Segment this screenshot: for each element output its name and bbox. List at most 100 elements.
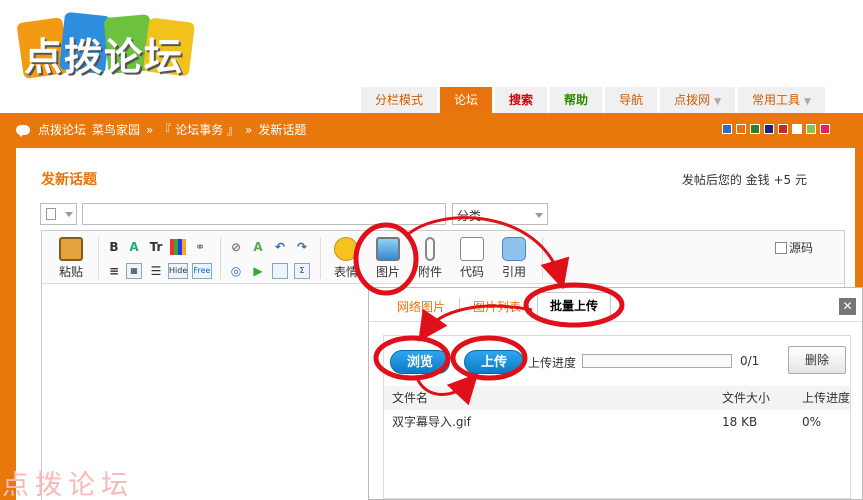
- column-header: 文件大小: [722, 391, 771, 405]
- media-icon[interactable]: ◎: [228, 263, 244, 279]
- picture-icon: [376, 237, 400, 261]
- skin-swatch-4[interactable]: [778, 124, 788, 134]
- chevron-down-icon: ▼: [804, 97, 811, 107]
- nav-guide[interactable]: 导航: [605, 87, 658, 113]
- frame-left: [0, 148, 16, 500]
- clear-format-icon[interactable]: A: [250, 239, 266, 255]
- source-mode-toggle[interactable]: 源码: [775, 239, 813, 256]
- nav-tools[interactable]: 常用工具 ▼: [738, 87, 825, 113]
- toolbar-separator: [542, 237, 543, 279]
- emoticon-label: 表情: [333, 265, 358, 279]
- breadcrumb-board[interactable]: 『 论坛事务 』: [159, 121, 239, 138]
- chevron-down-icon: ▼: [714, 97, 722, 107]
- page-title: 发新话题: [41, 172, 97, 188]
- paste-label: 粘贴: [58, 265, 83, 279]
- unlink-icon[interactable]: ⊘: [228, 239, 244, 255]
- tab-web-image[interactable]: 网络图片: [397, 298, 445, 315]
- font-size-button[interactable]: Tr: [148, 239, 164, 255]
- column-header: 文件名: [392, 391, 429, 405]
- quote-label: 引用: [501, 265, 526, 279]
- top-nav: 分栏模式 论坛 搜索 帮助 导航 点拨网 ▼ 常用工具 ▼: [361, 87, 828, 113]
- nav-label: 帮助: [564, 93, 589, 107]
- quote-button[interactable]: 引用: [494, 237, 534, 280]
- category-value: 分类: [457, 209, 482, 223]
- free-button[interactable]: Free: [192, 263, 212, 279]
- category-select[interactable]: 分类: [452, 203, 548, 225]
- upload-button[interactable]: 上传: [464, 350, 524, 374]
- speech-bubble-icon: [16, 124, 30, 137]
- list-icon[interactable]: ☰: [148, 263, 164, 279]
- breadcrumb-current: 发新话题: [258, 123, 307, 137]
- tab-batch-upload[interactable]: 批量上传: [537, 292, 612, 323]
- undo-icon[interactable]: ↶: [272, 239, 288, 255]
- attachment-button[interactable]: 附件: [410, 237, 450, 280]
- nav-label: 分栏模式: [375, 93, 424, 107]
- nav-forum[interactable]: 论坛: [440, 87, 493, 113]
- clipboard-icon: [59, 237, 83, 261]
- play-icon[interactable]: ▶: [250, 263, 266, 279]
- site-logo[interactable]: 点拨论坛: [14, 6, 204, 88]
- smiley-icon: [334, 237, 358, 261]
- breadcrumb-sep: »: [245, 122, 253, 137]
- skin-swatch-7[interactable]: [820, 124, 830, 134]
- nav-label: 论坛: [454, 93, 479, 107]
- code-icon: [460, 237, 484, 261]
- image-label: 图片: [375, 265, 400, 279]
- hide-button[interactable]: Hide: [168, 263, 188, 279]
- code-label: 代码: [459, 265, 484, 279]
- delete-button[interactable]: 删除: [788, 346, 846, 374]
- file-size: 18 KB: [722, 415, 758, 429]
- file-name: 双字幕导入.gif: [392, 415, 471, 429]
- skin-swatch-3[interactable]: [764, 124, 774, 134]
- nav-label: 搜索: [509, 93, 534, 107]
- table-header: 文件名 文件大小 上传进度: [384, 386, 850, 410]
- browse-button[interactable]: 浏览: [390, 350, 450, 374]
- nav-dianbo-net[interactable]: 点拨网 ▼: [660, 87, 736, 113]
- skin-swatch-0[interactable]: [722, 124, 732, 134]
- breadcrumb-home[interactable]: 点拨论坛: [38, 121, 86, 138]
- progress-bar: [582, 354, 732, 368]
- align-left-icon[interactable]: ≡: [106, 263, 122, 279]
- skin-swatch-1[interactable]: [736, 124, 746, 134]
- toolbar-separator: [320, 237, 321, 279]
- document-icon: [46, 208, 56, 220]
- font-color-icon[interactable]: A: [126, 239, 142, 255]
- close-icon[interactable]: ✕: [839, 298, 856, 315]
- nav-label: 点拨网: [674, 93, 711, 107]
- table-icon[interactable]: ▦: [126, 263, 142, 279]
- table-row[interactable]: 双字幕导入.gif 18 KB 0%: [384, 410, 850, 434]
- source-checkbox[interactable]: [775, 241, 787, 254]
- progress-count: 0/1: [740, 354, 760, 368]
- nav-label: 导航: [619, 93, 644, 107]
- toolbar-separator: [98, 237, 99, 279]
- nav-label: 常用工具: [752, 93, 801, 107]
- breadcrumb-sep: »: [146, 122, 154, 137]
- skin-switcher: [722, 124, 834, 134]
- skin-swatch-2[interactable]: [750, 124, 760, 134]
- file-table: 文件名 文件大小 上传进度 双字幕导入.gif 18 KB 0%: [384, 386, 850, 434]
- column-header: 上传进度: [802, 391, 851, 405]
- tab-image-list[interactable]: 图片列表: [473, 298, 521, 315]
- emoticon-button[interactable]: 表情: [326, 237, 366, 280]
- redo-icon[interactable]: ↷: [294, 239, 310, 255]
- image-button[interactable]: 图片: [368, 237, 408, 280]
- upload-panel: 浏览 上传 上传进度 0/1 删除 文件名 文件大小 上传进度 双字幕导入.gi…: [383, 335, 851, 499]
- nav-column-mode[interactable]: 分栏模式: [361, 87, 438, 113]
- bold-button[interactable]: B: [106, 239, 122, 255]
- code-button[interactable]: 代码: [452, 237, 492, 280]
- color-grid-icon[interactable]: [170, 239, 186, 255]
- progress-label: 上传进度: [528, 356, 577, 370]
- paste-button[interactable]: 粘贴: [51, 237, 91, 280]
- page-icon[interactable]: [272, 263, 288, 279]
- breadcrumb-section[interactable]: 菜鸟家园: [92, 121, 140, 138]
- nav-search[interactable]: 搜索: [495, 87, 548, 113]
- skin-swatch-6[interactable]: [806, 124, 816, 134]
- nav-help[interactable]: 帮助: [550, 87, 603, 113]
- subject-input[interactable]: [82, 203, 446, 225]
- breadcrumb: 点拨论坛 菜鸟家园 » 『 论坛事务 』 » 发新话题: [16, 121, 312, 138]
- sigma-button[interactable]: Σ: [294, 263, 310, 279]
- quote-bubble-icon: [502, 237, 526, 261]
- link-icon[interactable]: ⚭: [192, 239, 208, 255]
- skin-swatch-5[interactable]: [792, 124, 802, 134]
- post-type-select[interactable]: [40, 203, 77, 225]
